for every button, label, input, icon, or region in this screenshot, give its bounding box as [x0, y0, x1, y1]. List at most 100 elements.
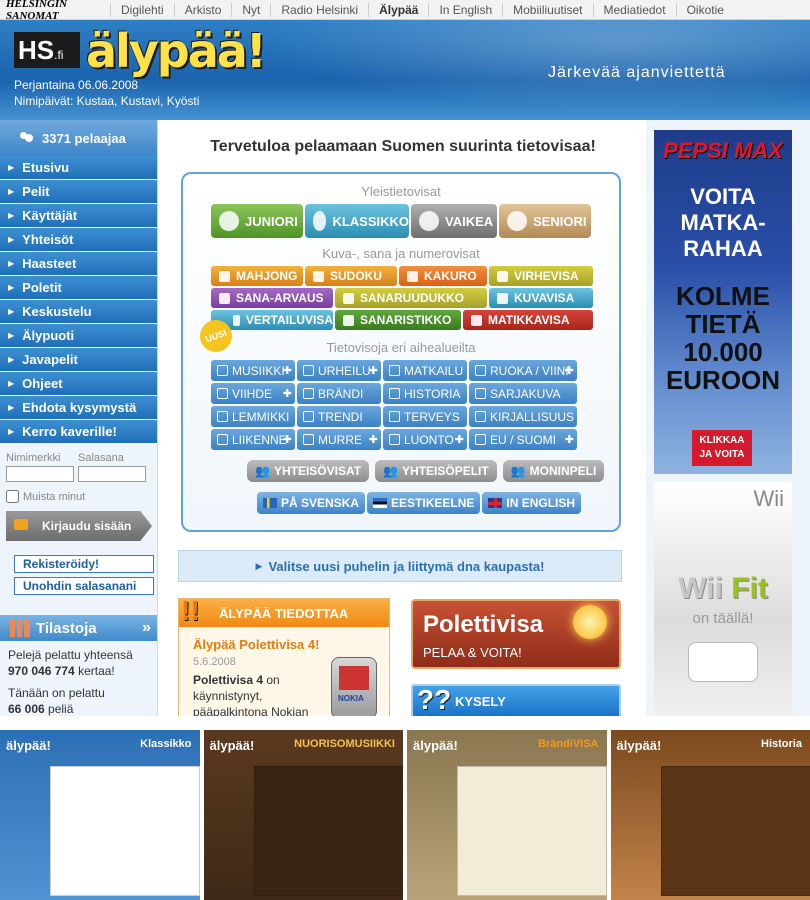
online-users-count[interactable]: 3371 pelaajaa [0, 120, 157, 156]
login-button[interactable]: Kirjaudu sisään [6, 511, 152, 541]
toplink-in-english[interactable]: In English [428, 2, 502, 17]
nav-kayttajat[interactable]: ▶ Käyttäjät [0, 204, 157, 228]
username-input[interactable] [6, 466, 74, 482]
dna-promo-banner[interactable]: ▶ Valitse uusi puhelin ja liittymä dna ka… [178, 550, 622, 582]
language-label: IN ENGLISH [506, 496, 576, 510]
thumbnail-nuorisomusiikki[interactable]: älypää! NUORISOMUSIIKKI [203, 730, 403, 900]
forgot-password-button[interactable]: Unohdin salasanani [14, 577, 154, 595]
remember-me-checkbox[interactable] [6, 490, 19, 503]
polettivisa-banner[interactable]: Polettivisa PELAA & VOITA! [411, 599, 621, 669]
topic-label: MURRE [318, 432, 362, 447]
toplink-arkisto[interactable]: Arkisto [173, 2, 232, 17]
toplink-nyt[interactable]: Nyt [231, 2, 270, 17]
nav-kerro-kaverille[interactable]: ▶ Kerro kaverille! [0, 420, 157, 444]
topic-eu-suomi-button[interactable]: EU / SUOMI ✚ [469, 429, 577, 450]
topic-lemmikki-button[interactable]: LEMMIKKI [211, 406, 295, 427]
topic-terveys-button[interactable]: TERVEYS [383, 406, 467, 427]
topic-kirjallisuus-button[interactable]: KIRJALLISUUS [469, 406, 577, 427]
quiz-label: KAKURO [424, 269, 477, 283]
sana-arvaus-button[interactable]: SANA-ARVAUS [211, 288, 333, 308]
nav-javapelit[interactable]: ▶ Javapelit [0, 348, 157, 372]
yhteisovisat-button[interactable]: 👥 YHTEISÖVISAT [247, 460, 370, 482]
language-estonian-button[interactable]: EESTIKEELNE [367, 492, 481, 514]
nav-haasteet[interactable]: ▶ Haasteet [0, 252, 157, 276]
phone-image: NOKIA [331, 657, 377, 716]
dog-icon [217, 411, 228, 422]
topic-matkailu-button[interactable]: MATKAILU [383, 360, 467, 381]
topic-liikenne-button[interactable]: LIIKENNE ✚ [211, 429, 295, 450]
nav-pelit[interactable]: ▶ Pelit [0, 180, 157, 204]
wii-fit-ad[interactable]: Wii Wii Fit on täällä! [654, 482, 792, 716]
password-input[interactable] [78, 466, 146, 482]
topic-historia-button[interactable]: HISTORIA [383, 383, 467, 404]
mahjong-button[interactable]: MAHJONG [211, 266, 303, 286]
thumbnail-brandivisa[interactable]: älypää! BrändiVISA [407, 730, 607, 900]
more-arrow-icon[interactable]: » [142, 619, 151, 637]
pepsi-cta-button[interactable]: KLIKKAA JA VOITA [692, 430, 752, 466]
news-title[interactable]: Älypää Polettivisa 4! [193, 637, 389, 652]
topic-label: VIIHDE [232, 386, 273, 401]
toplink-mobiiliuutiset[interactable]: Mobiiliuutiset [502, 2, 592, 17]
nav-yhteisot[interactable]: ▶ Yhteisöt [0, 228, 157, 252]
moninpeli-button[interactable]: 👥 MONINPELI [502, 460, 605, 482]
toplink-digilehti[interactable]: Digilehti [110, 2, 174, 17]
topic-brandi-button[interactable]: BRÄNDI [297, 383, 381, 404]
nav-label: Javapelit [22, 352, 78, 367]
alypaa-logo[interactable]: älypää! [86, 24, 267, 78]
sanaristikko-icon [343, 314, 354, 326]
topic-murre-button[interactable]: MURRE ✚ [297, 429, 381, 450]
quiz-seniori-button[interactable]: SENIORI [499, 204, 591, 238]
sanaristikko-button[interactable]: SANARISTIKKO [335, 310, 461, 330]
pepsi-max-ad[interactable]: PEPSI MAX VOITA MATKA- RAHAA KOLME TIETÄ… [654, 130, 792, 474]
register-button[interactable]: Rekisteröidy! [14, 555, 154, 573]
poll-button[interactable]: ?? KYSELY [411, 684, 621, 716]
stats-header[interactable]: Tilastoja » [0, 615, 157, 641]
topic-luonto-button[interactable]: LUONTO ✚ [383, 429, 467, 450]
nav-poletit[interactable]: ▶ Poletit [0, 276, 157, 300]
pepsi-brand: PEPSI MAX [663, 138, 783, 163]
toplink-radio-helsinki[interactable]: Radio Helsinki [270, 2, 368, 17]
nav-etusivu[interactable]: ▶ Etusivu [0, 156, 157, 180]
matikkavisa-button[interactable]: MATIKKAVISA [463, 310, 593, 330]
topic-musiikki-button[interactable]: MUSIIKKI ✚ [211, 360, 295, 381]
topic-ruoka-viini-button[interactable]: RUOKA / VIINI ✚ [469, 360, 577, 381]
plus-icon: ✚ [368, 365, 378, 377]
poll-label: KYSELY [455, 693, 506, 709]
login-inputs [6, 466, 151, 482]
stats-body: Pelejä pelattu yhteensä 970 046 774 kert… [0, 641, 157, 723]
nav-alypuoti[interactable]: ▶ Älypuoti [0, 324, 157, 348]
topic-urheilu-button[interactable]: URHEILU ✚ [297, 360, 381, 381]
kakuro-button[interactable]: KAKURO [399, 266, 487, 286]
topic-viihde-button[interactable]: VIIHDE ✚ [211, 383, 295, 404]
language-swedish-button[interactable]: PÅ SVENSKA [257, 492, 366, 514]
quiz-klassikko-button[interactable]: KLASSIKKO [305, 204, 409, 238]
pepsi-line-2: MATKA- [680, 210, 766, 235]
helsingin-sanomat-logo[interactable]: HELSINGIN SANOMAT [0, 0, 110, 22]
language-english-button[interactable]: IN ENGLISH [482, 492, 582, 514]
toplink-oikotie[interactable]: Oikotie [675, 2, 734, 17]
virhevisa-button[interactable]: VIRHEVISA [489, 266, 593, 286]
thumbnail-klassikko[interactable]: älypää! Klassikko [0, 730, 200, 900]
quiz-juniori-button[interactable]: JUNIORI [211, 204, 303, 238]
nav-keskustelu[interactable]: ▶ Keskustelu [0, 300, 157, 324]
topic-label: LIIKENNE [232, 432, 287, 447]
hs-fi-logo[interactable]: HS.fi [14, 32, 80, 68]
yhteisopelit-button[interactable]: 👥 YHTEISÖPELIT [375, 460, 497, 482]
toplink-mediatiedot[interactable]: Mediatiedot [592, 2, 676, 17]
people-icon: 👥 [510, 464, 526, 478]
topic-trendi-button[interactable]: TRENDI [297, 406, 381, 427]
toplink-alypaa[interactable]: Älypää [368, 2, 428, 17]
stats-today: 66 006 peliä [8, 701, 149, 717]
nav-ehdota-kysymysta[interactable]: ▶ Ehdota kysymystä [0, 396, 157, 420]
kuvavisa-button[interactable]: KUVAVISA [489, 288, 593, 308]
nav-ohjeet[interactable]: ▶ Ohjeet [0, 372, 157, 396]
topic-label: RUOKA / VIINI [490, 363, 569, 378]
quiz-vaikea-button[interactable]: VAIKEA [411, 204, 497, 238]
users-count-label: 3371 pelaajaa [42, 130, 126, 146]
sudoku-button[interactable]: SUDOKU [305, 266, 397, 286]
sanaruudukko-button[interactable]: SANARUUDUKKO [335, 288, 487, 308]
lock-icon [14, 519, 28, 530]
plus-brand-icon [303, 388, 314, 399]
topic-sarjakuva-button[interactable]: SARJAKUVA [469, 383, 577, 404]
thumbnail-historia[interactable]: älypää! Historia [610, 730, 810, 900]
